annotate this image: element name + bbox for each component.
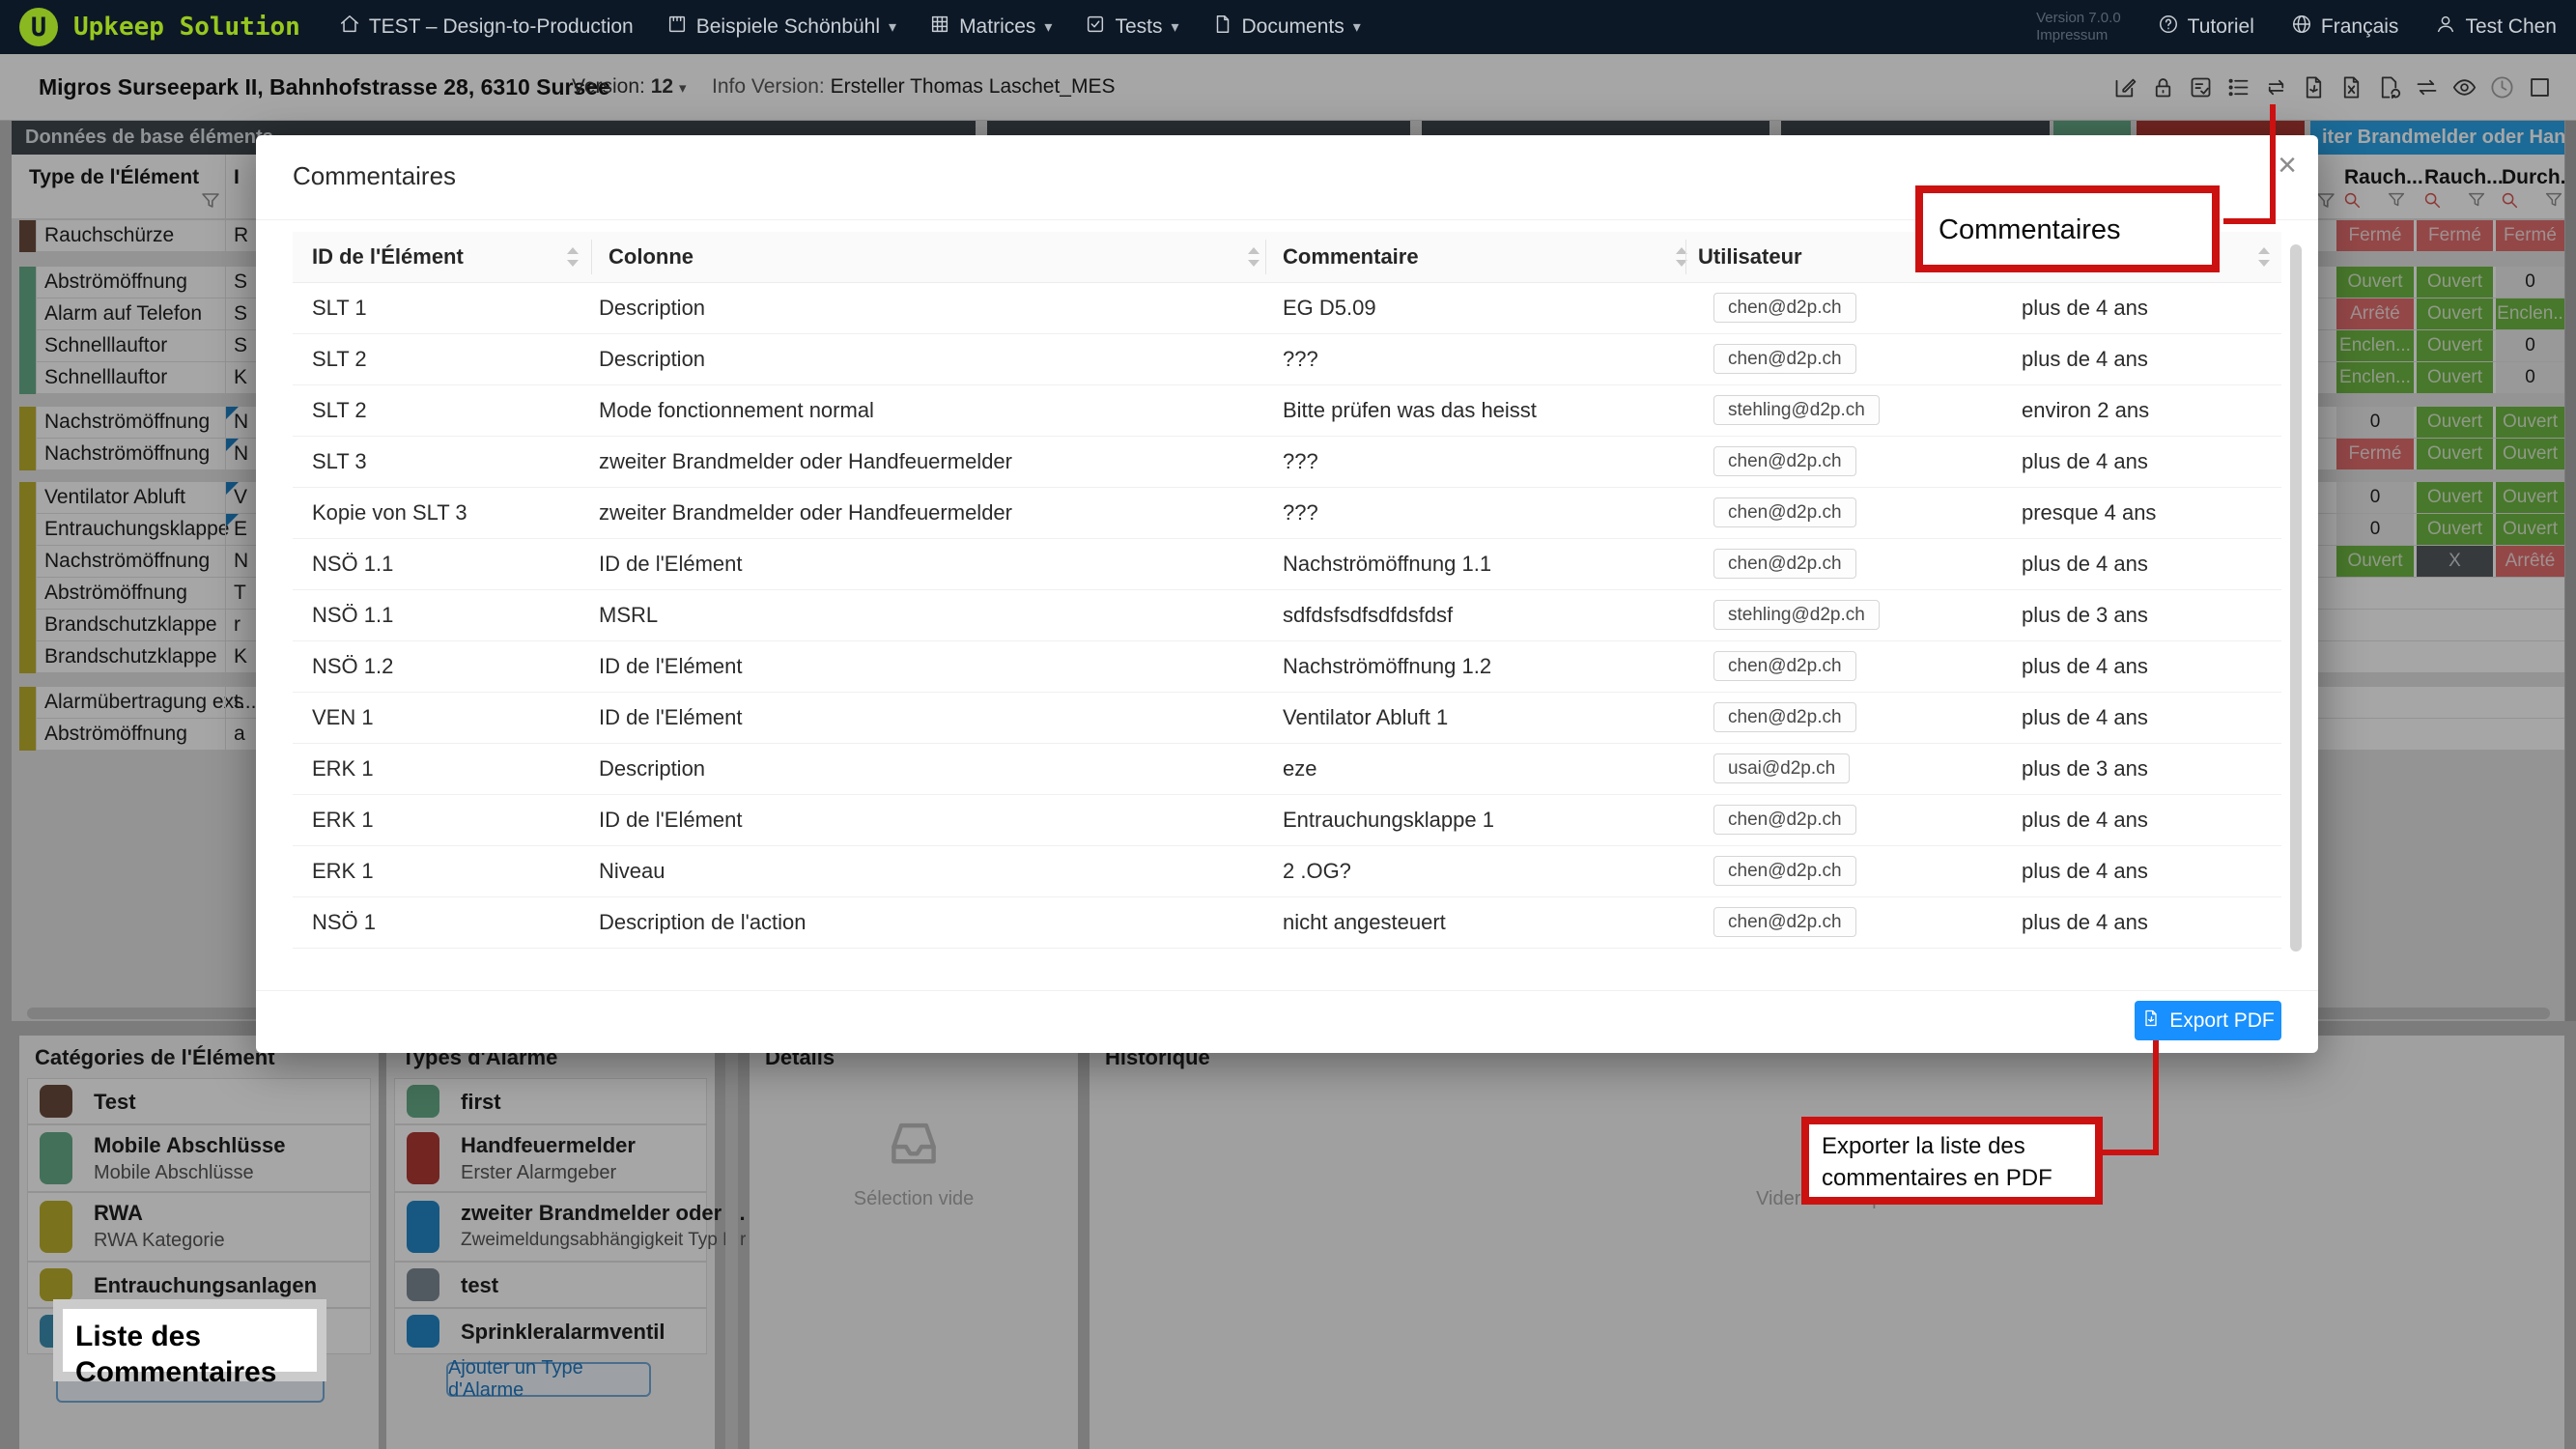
language-label: Français — [2321, 15, 2399, 39]
user-badge: stehling@d2p.ch — [1713, 600, 1880, 630]
comment-row: SLT 1DescriptionEG D5.09chen@d2p.chplus … — [293, 282, 2281, 334]
user-badge: chen@d2p.ch — [1713, 446, 1856, 476]
brand-title: Upkeep Solution — [73, 13, 300, 42]
globe-icon — [2291, 14, 2312, 41]
col-header-colonne[interactable]: Colonne — [609, 232, 694, 282]
user-badge: chen@d2p.ch — [1713, 549, 1856, 579]
header-divider — [1685, 240, 1686, 274]
sort-icon[interactable] — [565, 245, 579, 269]
modal-scrollbar[interactable] — [2290, 244, 2302, 952]
annotation-text: Commentaires — [1939, 214, 2212, 246]
comment-row: SLT 2Mode fonctionnement normalBitte prü… — [293, 384, 2281, 437]
sort-icon[interactable] — [2256, 245, 2270, 269]
comment-row: NSÖ 1.2ID de l'ElémentNachströmöffnung 1… — [293, 640, 2281, 693]
comment-row: ERK 1Descriptionezeusai@d2p.chplus de 3 … — [293, 743, 2281, 795]
user-badge: chen@d2p.ch — [1713, 702, 1856, 732]
annotation-text: Commentaires — [75, 1354, 317, 1390]
col-header-commentaire[interactable]: Commentaire — [1283, 232, 1419, 282]
comment-row: SLT 2Description???chen@d2p.chplus de 4 … — [293, 333, 2281, 385]
user-badge: stehling@d2p.ch — [1713, 395, 1880, 425]
modal-footer-divider — [256, 990, 2318, 991]
annotation-connector-comments — [2223, 218, 2276, 224]
user-badge: chen@d2p.ch — [1713, 907, 1856, 937]
question-circle-icon — [2158, 14, 2179, 41]
pdf-file-icon — [2141, 1009, 2161, 1034]
user-badge: chen@d2p.ch — [1713, 651, 1856, 681]
top-navbar: U Upkeep Solution TEST – Design-to-Produ… — [0, 0, 2576, 54]
annotation-box-export: Exporter la liste des commentaires en PD… — [1801, 1117, 2103, 1205]
close-icon[interactable]: × — [2278, 149, 2297, 182]
export-pdf-button[interactable]: Export PDF — [2135, 1001, 2281, 1040]
nav-item-label: Tests — [1115, 15, 1162, 39]
impressum-link[interactable]: Impressum — [2036, 27, 2121, 44]
language-selector[interactable]: Français — [2291, 14, 2399, 41]
home-icon — [339, 14, 360, 41]
comment-row: VEN 1ID de l'ElémentVentilator Abluft 1c… — [293, 692, 2281, 744]
nav-item-label: Beispiele Schönbühl — [696, 15, 880, 39]
annotation-text: Liste des — [75, 1319, 317, 1354]
app-root: U Upkeep Solution TEST – Design-to-Produ… — [0, 0, 2576, 1449]
version-number: Version 7.0.0 — [2036, 10, 2121, 27]
tutorial-label: Tutoriel — [2188, 15, 2254, 39]
comment-row: NSÖ 1.1ID de l'ElémentNachströmöffnung 1… — [293, 538, 2281, 590]
nav-menu: TEST – Design-to-Production Beispiele Sc… — [339, 14, 1361, 41]
chevron-down-icon: ▾ — [889, 17, 896, 37]
board-icon — [666, 14, 688, 41]
nav-item-label: Matrices — [959, 15, 1035, 39]
col-header-utilisateur[interactable]: Utilisateur — [1698, 232, 1802, 282]
comments-modal: Commentaires × ID de l'Élément Colonne C… — [256, 135, 2318, 1053]
grid-icon — [929, 14, 950, 41]
modal-title: Commentaires — [293, 161, 456, 191]
export-pdf-label: Export PDF — [2169, 1009, 2275, 1033]
user-name: Test Chen — [2465, 15, 2557, 39]
check-square-icon — [1085, 14, 1106, 41]
chevron-down-icon: ▾ — [1044, 17, 1052, 37]
nav-item-label: Documents — [1242, 15, 1345, 39]
annotation-box-comments: Commentaires — [1915, 185, 2220, 272]
nav-item-label: TEST – Design-to-Production — [369, 15, 634, 39]
nav-item-beispiele[interactable]: Beispiele Schönbühl ▾ — [666, 14, 896, 41]
nav-item-documents[interactable]: Documents ▾ — [1212, 14, 1361, 41]
annotation-text: commentaires en PDF — [1822, 1162, 2095, 1194]
nav-item-test-project[interactable]: TEST – Design-to-Production — [339, 14, 634, 41]
upkeep-logo[interactable]: U — [19, 8, 58, 46]
comment-row: ERK 1ID de l'ElémentEntrauchungsklappe 1… — [293, 794, 2281, 846]
comment-row: ERK 1Niveau2 .OG?chen@d2p.chplus de 4 an… — [293, 845, 2281, 897]
comment-row: Kopie von SLT 3zweiter Brandmelder oder … — [293, 487, 2281, 539]
user-badge: chen@d2p.ch — [1713, 856, 1856, 886]
chevron-down-icon: ▾ — [1353, 17, 1361, 37]
nav-item-matrices[interactable]: Matrices ▾ — [929, 14, 1052, 41]
user-badge: chen@d2p.ch — [1713, 293, 1856, 323]
annotation-box-list: Liste des Commentaires — [53, 1299, 326, 1381]
user-badge: usai@d2p.ch — [1713, 753, 1850, 783]
version-info: Version 7.0.0 Impressum — [2036, 10, 2121, 44]
nav-item-tests[interactable]: Tests ▾ — [1085, 14, 1178, 41]
comment-row: NSÖ 1Description de l'actionnicht angest… — [293, 896, 2281, 949]
annotation-connector-export — [2103, 1150, 2159, 1155]
comment-row: NSÖ 1.1MSRLsdfdsfsdfsdfdsfdsfstehling@d2… — [293, 589, 2281, 641]
col-header-element-id[interactable]: ID de l'Élément — [312, 232, 464, 282]
user-menu[interactable]: Test Chen — [2435, 14, 2557, 41]
sort-icon[interactable] — [1246, 245, 1260, 269]
header-divider — [1265, 240, 1266, 274]
annotation-text: Exporter la liste des — [1822, 1130, 2095, 1162]
nav-right: Version 7.0.0 Impressum Tutoriel Françai… — [2036, 0, 2557, 54]
user-badge: chen@d2p.ch — [1713, 497, 1856, 527]
annotation-connector-comments — [2270, 104, 2276, 224]
document-icon — [1212, 14, 1233, 41]
user-badge: chen@d2p.ch — [1713, 805, 1856, 835]
header-divider — [591, 240, 592, 274]
user-badge: chen@d2p.ch — [1713, 344, 1856, 374]
annotation-connector-export — [2153, 1040, 2159, 1155]
chevron-down-icon: ▾ — [1171, 17, 1178, 37]
tutorial-button[interactable]: Tutoriel — [2158, 14, 2254, 41]
user-icon — [2435, 14, 2456, 41]
comment-row: SLT 3zweiter Brandmelder oder Handfeuerm… — [293, 436, 2281, 488]
